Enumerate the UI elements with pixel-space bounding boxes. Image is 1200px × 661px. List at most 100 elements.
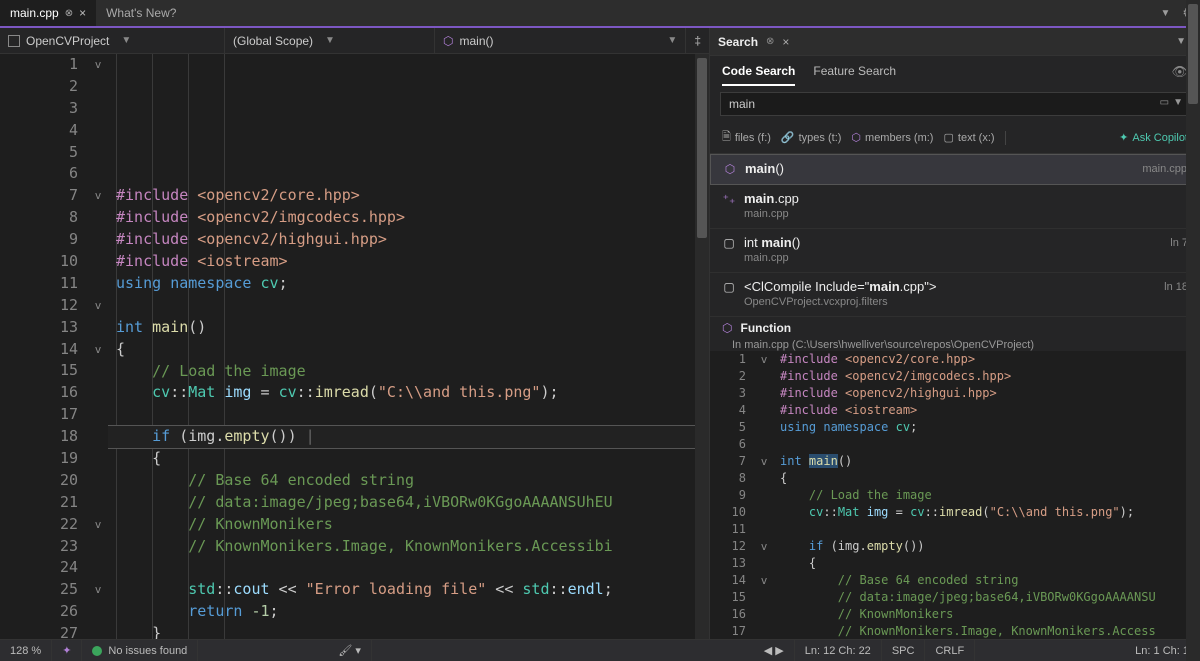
- fold-toggle[interactable]: [756, 470, 772, 487]
- code-line[interactable]: // KnownMonikers.Image, KnownMonikers.Ac…: [772, 623, 1200, 639]
- fold-toggle[interactable]: [88, 623, 108, 639]
- fold-toggle[interactable]: [756, 436, 772, 453]
- code-line[interactable]: }: [108, 623, 709, 639]
- fold-toggle[interactable]: v: [756, 572, 772, 589]
- pin-icon[interactable]: ⊗: [65, 8, 73, 19]
- split-icon[interactable]: ‡: [686, 34, 709, 48]
- fold-toggle[interactable]: v: [756, 351, 772, 368]
- code-line[interactable]: // data:image/jpeg;base64,iVBORw0KGgoAAA…: [772, 589, 1200, 606]
- chevron-down-icon[interactable]: ▼: [1173, 97, 1183, 108]
- code-line[interactable]: #include <opencv2/highgui.hpp>: [108, 229, 709, 251]
- fold-toggle[interactable]: [88, 557, 108, 579]
- fold-toggle[interactable]: [88, 317, 108, 339]
- fold-toggle[interactable]: [88, 251, 108, 273]
- status-brush[interactable]: 🖌 ▾: [328, 640, 372, 661]
- code-line[interactable]: // Base 64 encoded string: [108, 470, 709, 492]
- code-line[interactable]: [772, 521, 1200, 538]
- fold-toggle[interactable]: [756, 419, 772, 436]
- code-line[interactable]: [772, 436, 1200, 453]
- fold-toggle[interactable]: v: [756, 538, 772, 555]
- ask-copilot[interactable]: ✦ Ask Copilot: [1119, 131, 1188, 144]
- fold-toggle[interactable]: [756, 555, 772, 572]
- fold-toggle[interactable]: [88, 207, 108, 229]
- fold-toggle[interactable]: [756, 487, 772, 504]
- code-line[interactable]: {: [108, 448, 709, 470]
- scrollbar-vertical[interactable]: [1186, 351, 1200, 639]
- code-line[interactable]: return -1;: [108, 601, 709, 623]
- fold-toggle[interactable]: [88, 448, 108, 470]
- code-line[interactable]: // KnownMonikers.Image, KnownMonikers.Ac…: [108, 536, 709, 558]
- code-line[interactable]: int main(): [772, 453, 1200, 470]
- search-result[interactable]: ⬡main()main.cpp: [710, 154, 1200, 185]
- code-line[interactable]: using namespace cv;: [772, 419, 1200, 436]
- fold-toggle[interactable]: [756, 402, 772, 419]
- nav-scope[interactable]: (Global Scope) ▼: [225, 28, 435, 53]
- code-line[interactable]: // KnownMonikers: [772, 606, 1200, 623]
- code-line[interactable]: std::cout << "Error loading file" << std…: [108, 579, 709, 601]
- scrollbar-vertical[interactable]: [695, 54, 709, 639]
- code-line[interactable]: cv::Mat img = cv::imread("C:\\and this.p…: [108, 382, 709, 404]
- filter-text[interactable]: ▢ text (x:): [943, 131, 994, 144]
- code-line[interactable]: {: [772, 470, 1200, 487]
- fold-toggle[interactable]: v: [88, 295, 108, 317]
- search-result[interactable]: ⁺₊main.cppmain.cpp: [710, 185, 1200, 229]
- preview-editor[interactable]: 123456789101112131415161718 vvvv #includ…: [710, 351, 1200, 639]
- close-icon[interactable]: ×: [782, 35, 789, 49]
- nav-project[interactable]: OpenCVProject ▼: [0, 28, 225, 53]
- code-line[interactable]: if (img.empty()) |: [108, 426, 709, 448]
- tab-code-search[interactable]: Code Search: [722, 64, 795, 86]
- fold-toggle[interactable]: [756, 606, 772, 623]
- search-result[interactable]: ▢<ClCompile Include="main.cpp">ln 18Open…: [710, 273, 1200, 317]
- fold-toggle[interactable]: [756, 368, 772, 385]
- main-editor[interactable]: 1234567891011121314151617181920212223242…: [0, 54, 709, 639]
- status-crlf[interactable]: CRLF: [925, 640, 975, 661]
- code-line[interactable]: // Load the image: [108, 361, 709, 383]
- search-input[interactable]: main ▭▼: [720, 92, 1190, 116]
- fold-toggle[interactable]: [88, 98, 108, 120]
- code-line[interactable]: // data:image/jpeg;base64,iVBORw0KGgoAAA…: [108, 492, 709, 514]
- fold-toggle[interactable]: [88, 536, 108, 558]
- fold-toggle[interactable]: [88, 163, 108, 185]
- editor-tab-whatsnew[interactable]: What's New?: [96, 0, 186, 26]
- code-line[interactable]: int main(): [108, 317, 709, 339]
- code-line[interactable]: #include <opencv2/core.hpp>: [108, 185, 709, 207]
- code-line[interactable]: [108, 295, 709, 317]
- code-line[interactable]: cv::Mat img = cv::imread("C:\\and this.p…: [772, 504, 1200, 521]
- fold-toggle[interactable]: v: [756, 453, 772, 470]
- status-issues[interactable]: No issues found: [82, 640, 198, 661]
- fold-toggle[interactable]: v: [88, 514, 108, 536]
- code-line[interactable]: {: [108, 339, 709, 361]
- fold-toggle[interactable]: [88, 229, 108, 251]
- fold-toggle[interactable]: [756, 385, 772, 402]
- filter-files[interactable]: 🗎 files (f:): [722, 128, 771, 147]
- code-line[interactable]: if (img.empty()): [772, 538, 1200, 555]
- fold-toggle[interactable]: [88, 360, 108, 382]
- fold-toggle[interactable]: [756, 589, 772, 606]
- fold-toggle[interactable]: [88, 601, 108, 623]
- search-result[interactable]: ▢int main()ln 7main.cpp: [710, 229, 1200, 273]
- code-line[interactable]: [108, 558, 709, 580]
- fold-toggle[interactable]: v: [88, 339, 108, 361]
- status-nav[interactable]: ◀ ▶: [754, 640, 795, 661]
- fold-toggle[interactable]: [88, 426, 108, 448]
- fold-toggle[interactable]: [756, 521, 772, 538]
- fold-toggle[interactable]: [88, 492, 108, 514]
- fold-toggle[interactable]: [88, 142, 108, 164]
- fold-toggle[interactable]: [756, 504, 772, 521]
- code-line[interactable]: using namespace cv;: [108, 273, 709, 295]
- fold-toggle[interactable]: v: [88, 185, 108, 207]
- tab-overflow-icon[interactable]: ▼: [1154, 8, 1176, 19]
- code-line[interactable]: {: [772, 555, 1200, 572]
- code-line[interactable]: #include <opencv2/core.hpp>: [772, 351, 1200, 368]
- code-line[interactable]: [108, 404, 709, 426]
- filter-types[interactable]: 🔗 types (t:): [781, 131, 842, 144]
- code-line[interactable]: #include <iostream>: [108, 251, 709, 273]
- status-copilot[interactable]: ✦: [52, 640, 82, 661]
- tab-feature-search[interactable]: Feature Search: [813, 64, 896, 86]
- fold-toggle[interactable]: [88, 470, 108, 492]
- code-line[interactable]: #include <opencv2/highgui.hpp>: [772, 385, 1200, 402]
- fold-toggle[interactable]: [88, 120, 108, 142]
- status-zoom[interactable]: 128 %: [0, 640, 52, 661]
- code-line[interactable]: #include <opencv2/imgcodecs.hpp>: [108, 207, 709, 229]
- code-line[interactable]: #include <opencv2/imgcodecs.hpp>: [772, 368, 1200, 385]
